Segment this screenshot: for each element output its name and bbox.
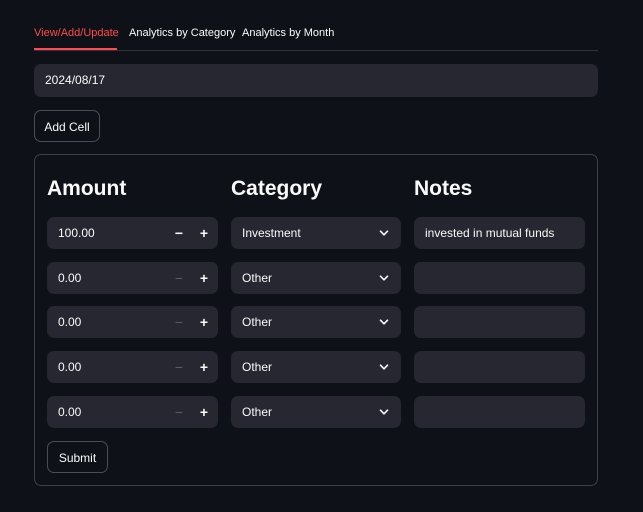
tab-analytics-by-month[interactable]: Analytics by Month [242,18,334,49]
increment-button[interactable]: + [193,396,215,428]
decrement-button[interactable]: − [168,351,190,383]
decrement-button[interactable]: − [168,262,190,294]
notes-input[interactable] [414,351,585,383]
chevron-down-icon [379,275,389,281]
amount-input[interactable]: 0.00 − + [47,396,218,428]
category-value: Other [242,315,273,329]
category-value: Other [242,405,273,419]
amount-value: 0.00 [58,271,82,285]
date-input[interactable]: 2024/08/17 [34,64,598,97]
category-header: Category [231,177,323,200]
amount-input[interactable]: 100.00 − + [47,217,218,249]
category-select[interactable]: Other [231,351,401,383]
decrement-button[interactable]: − [168,396,190,428]
tab-view-add-update[interactable]: View/Add/Update [34,18,119,50]
tab-bar: View/Add/Update Analytics by Category An… [34,18,598,51]
notes-input[interactable]: invested in mutual funds [414,217,585,249]
category-value: Investment [242,226,301,240]
chevron-down-icon [379,364,389,370]
amount-input[interactable]: 0.00 − + [47,306,218,338]
increment-button[interactable]: + [193,262,215,294]
chevron-down-icon [379,230,389,236]
chevron-down-icon [379,319,389,325]
entry-form: Amount Category Notes 100.00− + Investment… [34,154,598,486]
amount-input[interactable]: 0.00 − + [47,262,218,294]
tab-analytics-by-category[interactable]: Analytics by Category [129,18,235,49]
app: View/Add/Update Analytics by Category An… [0,0,643,512]
decrement-button[interactable]: − [168,306,190,338]
category-value: Other [242,271,273,285]
increment-button[interactable]: + [193,306,215,338]
category-select[interactable]: Other [231,262,401,294]
increment-button[interactable]: + [193,217,215,249]
increment-button[interactable]: + [193,351,215,383]
category-select[interactable]: Other [231,306,401,338]
notes-input[interactable] [414,396,585,428]
category-select[interactable]: Other [231,396,401,428]
amount-value: 0.00 [58,360,82,374]
amount-header: Amount [47,177,127,200]
decrement-button[interactable]: − [168,217,190,249]
notes-input[interactable] [414,262,585,294]
submit-button[interactable]: Submit [47,441,108,473]
amount-value: 100.00 [58,226,95,240]
category-select[interactable]: Investment [231,217,401,249]
amount-value: 0.00 [58,405,82,419]
chevron-down-icon [379,409,389,415]
notes-header: Notes [414,177,473,200]
notes-value: invested in mutual funds [425,226,555,240]
notes-input[interactable] [414,306,585,338]
amount-value: 0.00 [58,315,82,329]
amount-input[interactable]: 0.00 − + [47,351,218,383]
category-value: Other [242,360,273,374]
add-cell-button[interactable]: Add Cell [34,110,100,142]
